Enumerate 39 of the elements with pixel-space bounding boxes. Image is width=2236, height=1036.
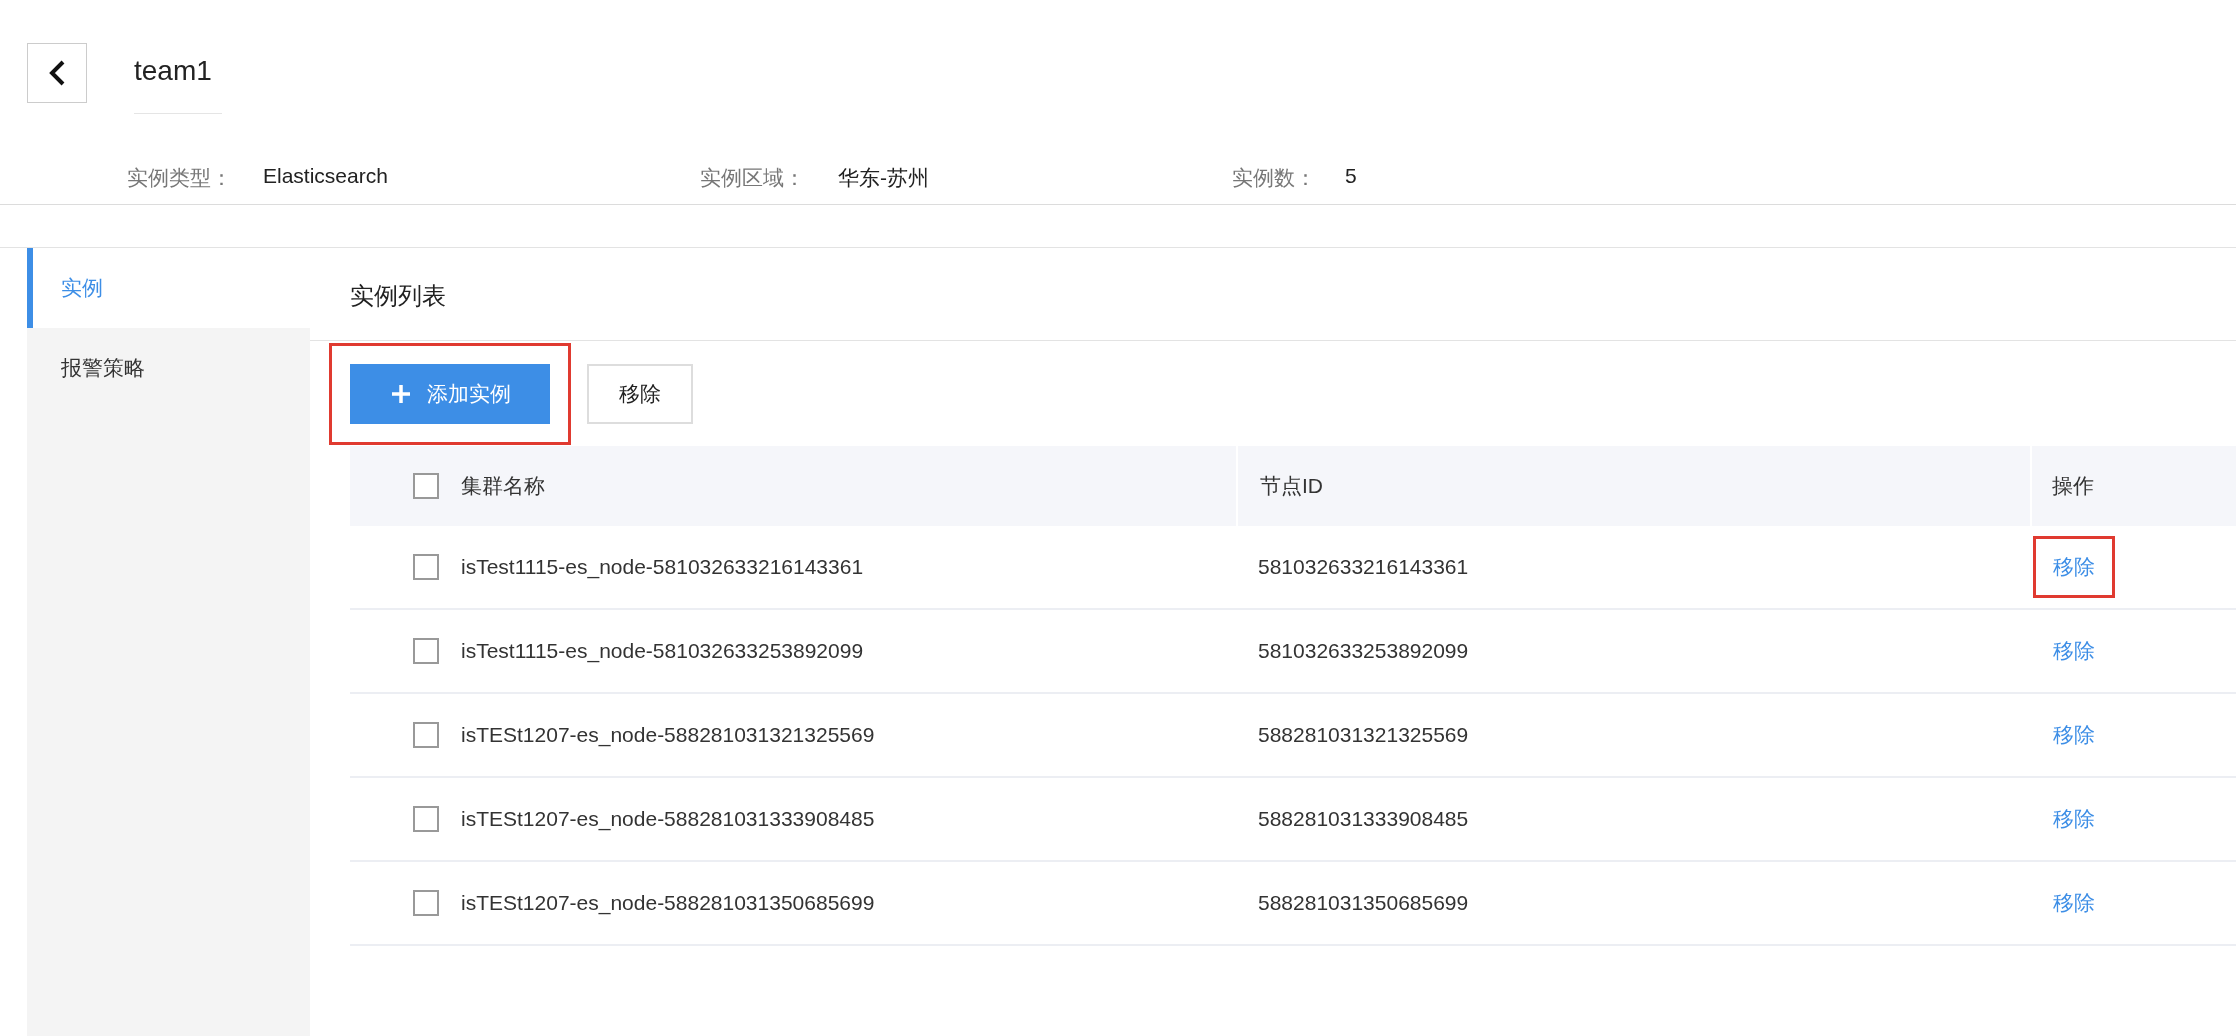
column-header: 操作 (2052, 473, 2094, 499)
info-value: Elasticsearch (263, 164, 388, 189)
panel-title: 实例列表 (310, 248, 2236, 341)
checkbox[interactable] (413, 722, 439, 748)
info-value: 华东-苏州 (838, 165, 929, 191)
info-label: 实例类型： (127, 165, 233, 191)
back-button[interactable] (27, 43, 87, 103)
action-button[interactable]: 移除 (587, 363, 693, 424)
table-cell: 588281031321325569 (1258, 723, 1469, 747)
checkbox[interactable] (413, 806, 439, 832)
back-icon (48, 59, 66, 87)
remove-link[interactable]: 移除 (2053, 639, 2095, 662)
table-cell: 588281031333908485 (1258, 807, 1469, 831)
table-cell: isTESt1207-es_node-588281031321325569 (461, 723, 875, 747)
remove-link[interactable]: 移除 (2053, 723, 2095, 746)
table-cell: 588281031350685699 (1258, 891, 1469, 915)
remove-link[interactable]: 移除 (2053, 555, 2095, 578)
table-cell: isTest1115-es_node-581032633253892099 (461, 639, 864, 663)
table-cell: 581032633253892099 (1258, 639, 1469, 663)
plus-icon (391, 383, 411, 404)
page-title: team1 (134, 43, 222, 114)
add-button[interactable]: 添加实例 (350, 363, 550, 424)
info-value: 5 (1345, 164, 1357, 189)
checkbox[interactable] (413, 473, 439, 499)
sidebar-item[interactable]: 实例 (27, 248, 310, 328)
table-cell: isTESt1207-es_node-588281031333908485 (461, 807, 875, 831)
checkbox[interactable] (413, 890, 439, 916)
info-label: 实例数： (1232, 165, 1317, 191)
column-header: 节点ID (1260, 473, 1323, 499)
remove-link[interactable]: 移除 (2053, 807, 2095, 830)
checkbox[interactable] (413, 638, 439, 664)
table-cell: isTest1115-es_node-581032633216143361 (461, 555, 864, 579)
column-header: 集群名称 (461, 473, 545, 499)
remove-link[interactable]: 移除 (2053, 891, 2095, 914)
sidebar-item[interactable]: 报警策略 (27, 328, 310, 408)
table-cell: 581032633216143361 (1258, 555, 1469, 579)
table-cell: isTESt1207-es_node-588281031350685699 (461, 891, 875, 915)
checkbox[interactable] (413, 554, 439, 580)
info-label: 实例区域： (700, 165, 806, 191)
